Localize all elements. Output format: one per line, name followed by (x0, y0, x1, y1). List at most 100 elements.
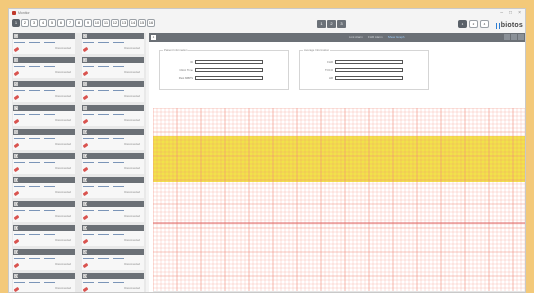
fhr-input[interactable] (335, 60, 403, 64)
bed-tab-15[interactable]: 15 (138, 19, 146, 27)
bed-number: 19 (14, 250, 19, 254)
hr-input[interactable] (335, 76, 403, 80)
pen-icon (82, 190, 89, 197)
field-label: HR (328, 76, 333, 80)
view-button-2[interactable]: 2 (327, 20, 336, 28)
ctg-trace-grid[interactable] (153, 108, 525, 292)
pen-icon (82, 214, 89, 221)
vital-placeholders (83, 90, 124, 91)
bed-number: 20 (83, 250, 88, 254)
maximize-button[interactable]: □ (509, 10, 512, 16)
patient-info-title: Patient Information (163, 48, 189, 52)
past-mbps-input[interactable] (195, 76, 263, 80)
bed-number: 12 (83, 154, 88, 158)
vital-placeholders (83, 162, 124, 163)
pen-icon (82, 70, 89, 77)
fhr-alarm-link[interactable]: FHR Alarm (368, 35, 383, 39)
bed-tab-12[interactable]: 12 (111, 19, 119, 27)
average-info-title: Average Information (303, 48, 331, 52)
patient-card-body: Disconnected (13, 111, 75, 126)
close-button[interactable]: × (518, 10, 521, 16)
patient-card[interactable]: 7 Disconnected (13, 105, 75, 126)
bed-tab-11[interactable]: 11 (102, 19, 110, 27)
bed-tab-1[interactable]: 1 (12, 19, 20, 27)
panel-expand-icon[interactable] (511, 34, 517, 40)
patient-card[interactable]: 20 Disconnected (82, 249, 144, 270)
grid-background (153, 108, 525, 292)
patient-card[interactable]: 6 Disconnected (82, 81, 144, 102)
patient-card[interactable]: 14 Disconnected (82, 177, 144, 198)
toco-input[interactable] (335, 68, 403, 72)
sidebar-column-right: 2 Disconnected 4 Disconnected 6 Disconnected 8… (82, 33, 144, 292)
field-label: Past MBPS (178, 76, 193, 80)
patient-card-body: Disconnected (13, 279, 75, 292)
patient-card[interactable]: 3 Disconnected (13, 57, 75, 78)
pen-icon (13, 214, 20, 221)
patient-card[interactable]: 21 Disconnected (13, 273, 75, 292)
layout-tab-1[interactable]: 1 (458, 20, 467, 28)
bed-tab-2[interactable]: 2 (21, 19, 29, 27)
show-graph-link[interactable]: Show Graph (388, 35, 405, 39)
patient-card[interactable]: 8 Disconnected (82, 105, 144, 126)
patient-card[interactable]: 19 Disconnected (13, 249, 75, 270)
link-alarm-link[interactable]: Link Alarm (349, 35, 363, 39)
patient-card[interactable]: 5 Disconnected (13, 81, 75, 102)
patient-card-body: Disconnected (13, 63, 75, 78)
bed-tab-5[interactable]: 5 (48, 19, 56, 27)
status-text: Disconnected (124, 167, 140, 170)
minimize-button[interactable]: – (500, 10, 503, 16)
patient-card[interactable]: 12 Disconnected (82, 153, 144, 174)
pen-icon (13, 190, 20, 197)
bed-number-badge: 1 (151, 35, 156, 40)
bed-tab-14[interactable]: 14 (129, 19, 137, 27)
bed-number: 10 (83, 130, 88, 134)
patient-card[interactable]: 22 Disconnected (82, 273, 144, 292)
layout-tabs: 1 2 4 (458, 20, 489, 28)
patient-card-body: Disconnected (13, 159, 75, 174)
bed-tab-16[interactable]: 16 (147, 19, 155, 27)
clinic-time-input[interactable] (195, 68, 263, 72)
patient-card[interactable]: 18 Disconnected (82, 225, 144, 246)
window-title: Monitor (18, 11, 30, 15)
status-text: Disconnected (55, 239, 71, 242)
pen-icon (13, 262, 20, 269)
patient-card[interactable]: 1 Disconnected (13, 33, 75, 54)
bed-number: 15 (14, 202, 19, 206)
brand-name: biotos (500, 22, 523, 29)
patient-card[interactable]: 15 Disconnected (13, 201, 75, 222)
patient-card[interactable]: 10 Disconnected (82, 129, 144, 150)
panel-close-icon[interactable] (518, 34, 524, 40)
vital-placeholders (83, 138, 124, 139)
patient-card[interactable]: 9 Disconnected (13, 129, 75, 150)
patient-card[interactable]: 2 Disconnected (82, 33, 144, 54)
patient-card-body: Disconnected (82, 135, 144, 150)
status-text: Disconnected (124, 95, 140, 98)
panel-settings-icon[interactable] (504, 34, 510, 40)
view-button-3[interactable]: 3 (337, 20, 346, 28)
bed-tab-13[interactable]: 13 (120, 19, 128, 27)
bed-tab-9[interactable]: 9 (84, 19, 92, 27)
patient-card[interactable]: 16 Disconnected (82, 201, 144, 222)
status-text: Disconnected (55, 47, 71, 50)
patient-card[interactable]: 11 Disconnected (13, 153, 75, 174)
bed-tab-6[interactable]: 6 (57, 19, 65, 27)
layout-tab-2[interactable]: 2 (469, 20, 478, 28)
patient-card[interactable]: 17 Disconnected (13, 225, 75, 246)
bed-number: 4 (83, 58, 87, 62)
patient-form: Patient Information ID Clinic Time Past … (149, 42, 525, 106)
bed-tab-10[interactable]: 10 (93, 19, 101, 27)
bed-number: 3 (14, 58, 18, 62)
bed-number: 16 (83, 202, 88, 206)
view-button-1[interactable]: 1 (317, 20, 326, 28)
bed-tab-4[interactable]: 4 (39, 19, 47, 27)
bed-tab-7[interactable]: 7 (66, 19, 74, 27)
vital-placeholders (14, 282, 55, 283)
patient-card-body: Disconnected (13, 255, 75, 270)
patient-id-input[interactable] (195, 60, 263, 64)
bed-tab-3[interactable]: 3 (30, 19, 38, 27)
status-text: Disconnected (55, 167, 71, 170)
layout-tab-4[interactable]: 4 (480, 20, 489, 28)
patient-card[interactable]: 13 Disconnected (13, 177, 75, 198)
bed-tab-8[interactable]: 8 (75, 19, 83, 27)
patient-card[interactable]: 4 Disconnected (82, 57, 144, 78)
